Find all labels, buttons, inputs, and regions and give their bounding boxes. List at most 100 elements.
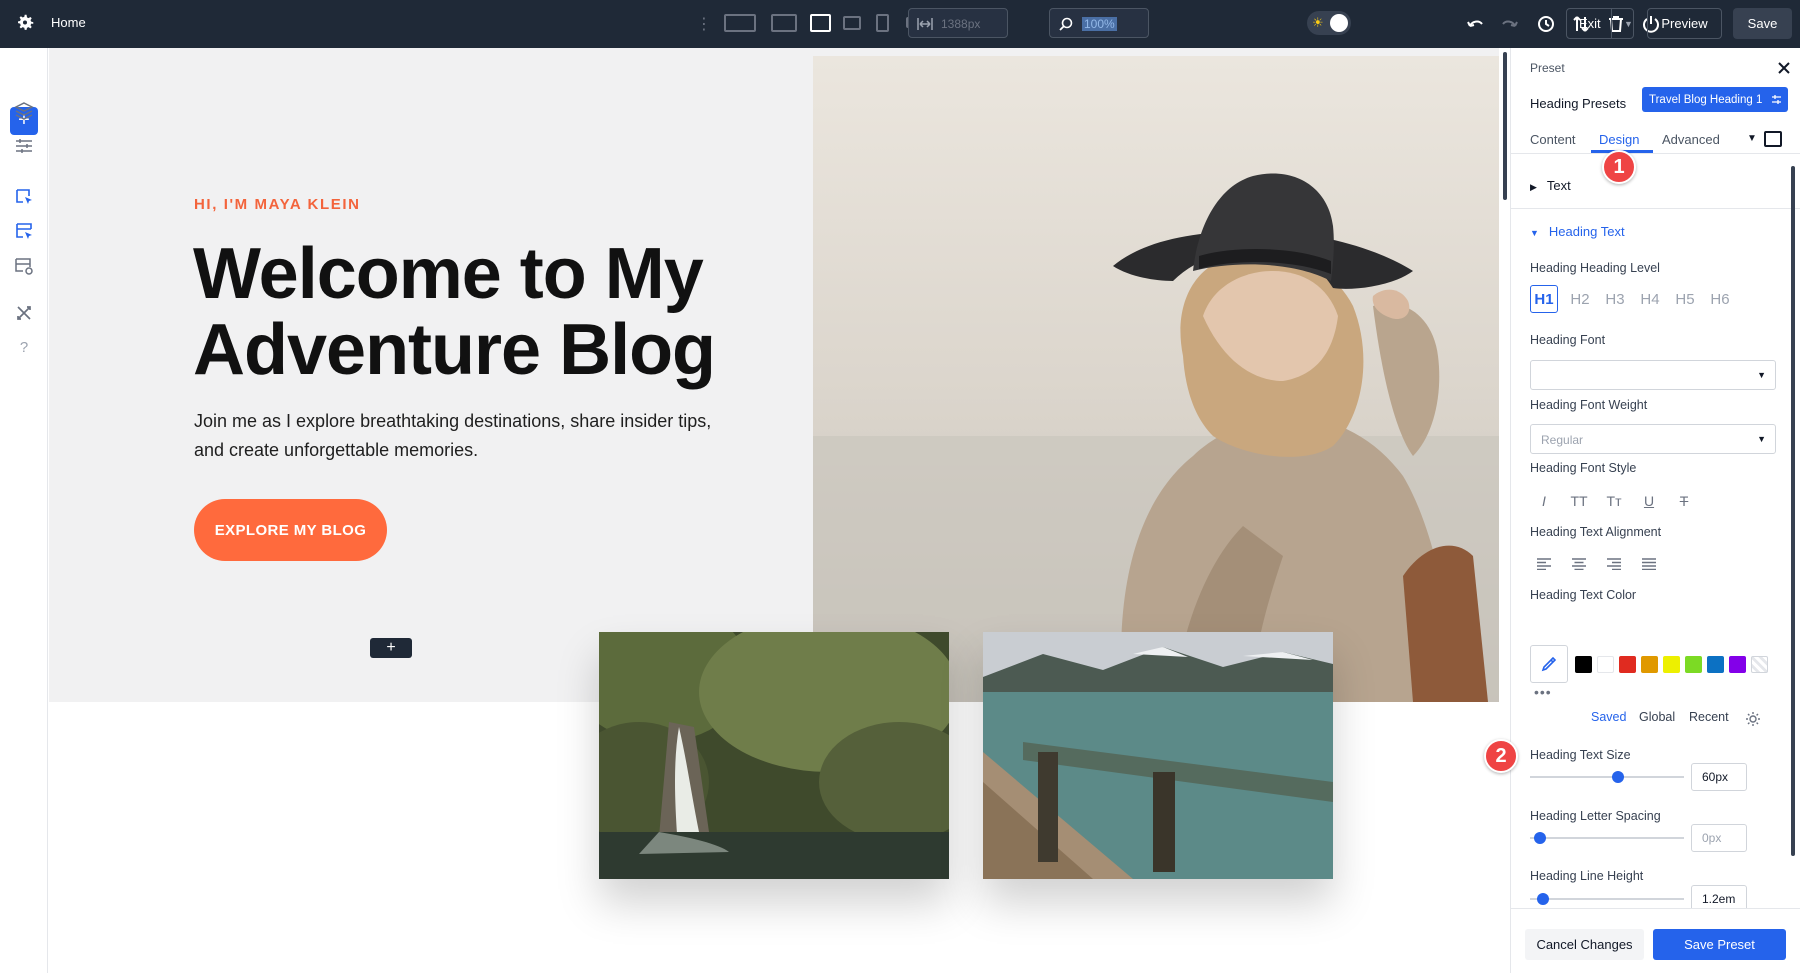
align-center-icon[interactable] xyxy=(1565,551,1593,577)
palette-tab-saved[interactable]: Saved xyxy=(1591,710,1626,724)
text-size-input[interactable]: 60px xyxy=(1691,763,1747,791)
color-swatches xyxy=(1530,645,1780,683)
color-swatch[interactable] xyxy=(1707,656,1724,673)
line-height-slider[interactable] xyxy=(1530,893,1684,905)
more-colors-icon[interactable]: ••• xyxy=(1534,684,1552,700)
heading-font-select[interactable]: ▼ xyxy=(1530,360,1776,390)
close-icon[interactable] xyxy=(1776,60,1792,76)
color-swatch[interactable] xyxy=(1685,656,1702,673)
slider-handle[interactable] xyxy=(1534,832,1546,844)
save-button[interactable]: Save xyxy=(1733,8,1792,39)
tab-content[interactable]: Content xyxy=(1530,132,1576,147)
color-swatch[interactable] xyxy=(1619,656,1636,673)
page-cursor-icon[interactable] xyxy=(13,186,35,208)
color-swatch[interactable] xyxy=(1575,656,1592,673)
align-left-icon[interactable] xyxy=(1530,551,1558,577)
section-text[interactable]: ▶ Text xyxy=(1530,178,1571,193)
font-weight-select[interactable]: Regular ▼ xyxy=(1530,424,1776,454)
slider-handle[interactable] xyxy=(1537,893,1549,905)
palette-tab-recent[interactable]: Recent xyxy=(1689,710,1729,724)
canvas-width-value: 1388px xyxy=(941,17,981,31)
heading-level-h2[interactable]: H2 xyxy=(1566,285,1594,313)
heading-font-label: Heading Font xyxy=(1530,333,1606,347)
layout-settings-icon[interactable] xyxy=(13,255,35,277)
heading-level-h6[interactable]: H6 xyxy=(1706,285,1734,313)
page-name[interactable]: Home xyxy=(51,15,86,30)
preset-settings-icon xyxy=(1772,95,1781,104)
heading-level-h4[interactable]: H4 xyxy=(1636,285,1664,313)
exit-label: Exit xyxy=(1579,16,1601,31)
color-swatch[interactable] xyxy=(1597,656,1614,673)
layers-icon[interactable] xyxy=(13,100,35,122)
waterfall-photo[interactable] xyxy=(599,632,949,879)
tablet-landscape-icon[interactable] xyxy=(843,16,861,30)
heading-presets-title: Heading Presets xyxy=(1530,96,1627,111)
uppercase-icon[interactable]: TT xyxy=(1565,488,1593,514)
section-heading-text[interactable]: ▼ Heading Text xyxy=(1530,224,1625,239)
color-swatch[interactable] xyxy=(1729,656,1746,673)
lake-dock-photo[interactable] xyxy=(983,632,1333,879)
hero-heading[interactable]: Welcome to My Adventure Blog xyxy=(193,236,753,388)
hero-eyebrow[interactable]: HI, I'M MAYA KLEIN xyxy=(194,196,361,213)
theme-toggle[interactable]: ☀ xyxy=(1307,11,1351,35)
heading-level-h3[interactable]: H3 xyxy=(1601,285,1629,313)
desktop-icon[interactable] xyxy=(771,14,797,32)
italic-icon[interactable]: I xyxy=(1530,488,1558,514)
panel-scrollbar[interactable] xyxy=(1791,166,1795,856)
preset-label: Preset xyxy=(1530,61,1565,75)
laptop-icon[interactable] xyxy=(810,14,831,32)
tabs-dropdown-icon[interactable]: ▼ xyxy=(1747,133,1757,144)
color-swatch[interactable] xyxy=(1663,656,1680,673)
save-preset-button[interactable]: Save Preset xyxy=(1653,929,1786,960)
left-sidebar: + ? xyxy=(0,48,48,973)
add-row-button[interactable]: + xyxy=(370,638,412,658)
eyedropper-icon[interactable] xyxy=(1530,645,1568,683)
chevron-down-icon[interactable]: ▼ xyxy=(1611,9,1633,38)
tablet-portrait-icon[interactable] xyxy=(876,14,889,32)
undo-icon[interactable] xyxy=(1465,13,1485,35)
color-swatch[interactable] xyxy=(1641,656,1658,673)
canvas-scrollbar[interactable] xyxy=(1503,52,1507,200)
text-color-label: Heading Text Color xyxy=(1530,588,1637,602)
help-icon[interactable]: ? xyxy=(13,336,35,358)
panel-toggle-icon[interactable] xyxy=(1764,131,1782,147)
palette-settings-icon[interactable] xyxy=(1746,712,1760,726)
slider-track xyxy=(1530,898,1684,900)
tools-icon[interactable] xyxy=(13,302,35,324)
heading-level-h5[interactable]: H5 xyxy=(1671,285,1699,313)
zoom-input[interactable]: 100% xyxy=(1049,8,1149,38)
history-icon[interactable] xyxy=(1536,13,1556,35)
hero-photo-woman[interactable] xyxy=(813,56,1499,702)
cancel-changes-button[interactable]: Cancel Changes xyxy=(1525,929,1644,960)
slider-handle[interactable] xyxy=(1612,771,1624,783)
text-size-slider[interactable] xyxy=(1530,771,1684,783)
heading-level-h1[interactable]: H1 xyxy=(1530,285,1558,313)
explore-blog-button[interactable]: EXPLORE MY BLOG xyxy=(194,499,387,561)
preset-badge[interactable]: Travel Blog Heading 1 xyxy=(1642,87,1788,112)
desktop-wide-icon[interactable] xyxy=(724,14,756,32)
template-cursor-icon[interactable] xyxy=(13,220,35,242)
line-height-label: Heading Line Height xyxy=(1530,869,1644,883)
strikethrough-icon[interactable]: T xyxy=(1670,488,1698,514)
underline-icon[interactable]: U xyxy=(1635,488,1663,514)
letter-spacing-slider[interactable] xyxy=(1530,832,1684,844)
align-justify-icon[interactable] xyxy=(1635,551,1663,577)
tab-design[interactable]: Design xyxy=(1599,132,1639,147)
capitalize-icon[interactable]: Tт xyxy=(1600,488,1628,514)
top-toolbar: Home ⋮ 1388px 100% ☀ Exit ▼ Preview Save xyxy=(0,0,1800,48)
resize-width-icon xyxy=(917,18,933,30)
canvas-width-input[interactable]: 1388px xyxy=(908,8,1008,38)
gear-icon[interactable] xyxy=(14,12,36,34)
letter-spacing-input[interactable]: 0px xyxy=(1691,824,1747,852)
align-right-icon[interactable] xyxy=(1600,551,1628,577)
list-settings-icon[interactable] xyxy=(13,135,35,157)
more-vertical-icon[interactable]: ⋮ xyxy=(696,13,712,35)
preview-button[interactable]: Preview xyxy=(1647,8,1722,39)
hero-subtitle[interactable]: Join me as I explore breathtaking destin… xyxy=(194,407,734,465)
palette-tab-global[interactable]: Global xyxy=(1639,710,1675,724)
transparent-swatch-icon[interactable] xyxy=(1751,656,1768,673)
redo-icon[interactable] xyxy=(1500,13,1520,35)
hero-section[interactable]: HI, I'M MAYA KLEIN Welcome to My Adventu… xyxy=(49,48,1499,879)
tab-advanced[interactable]: Advanced xyxy=(1662,132,1720,147)
exit-button[interactable]: Exit ▼ xyxy=(1566,8,1634,39)
